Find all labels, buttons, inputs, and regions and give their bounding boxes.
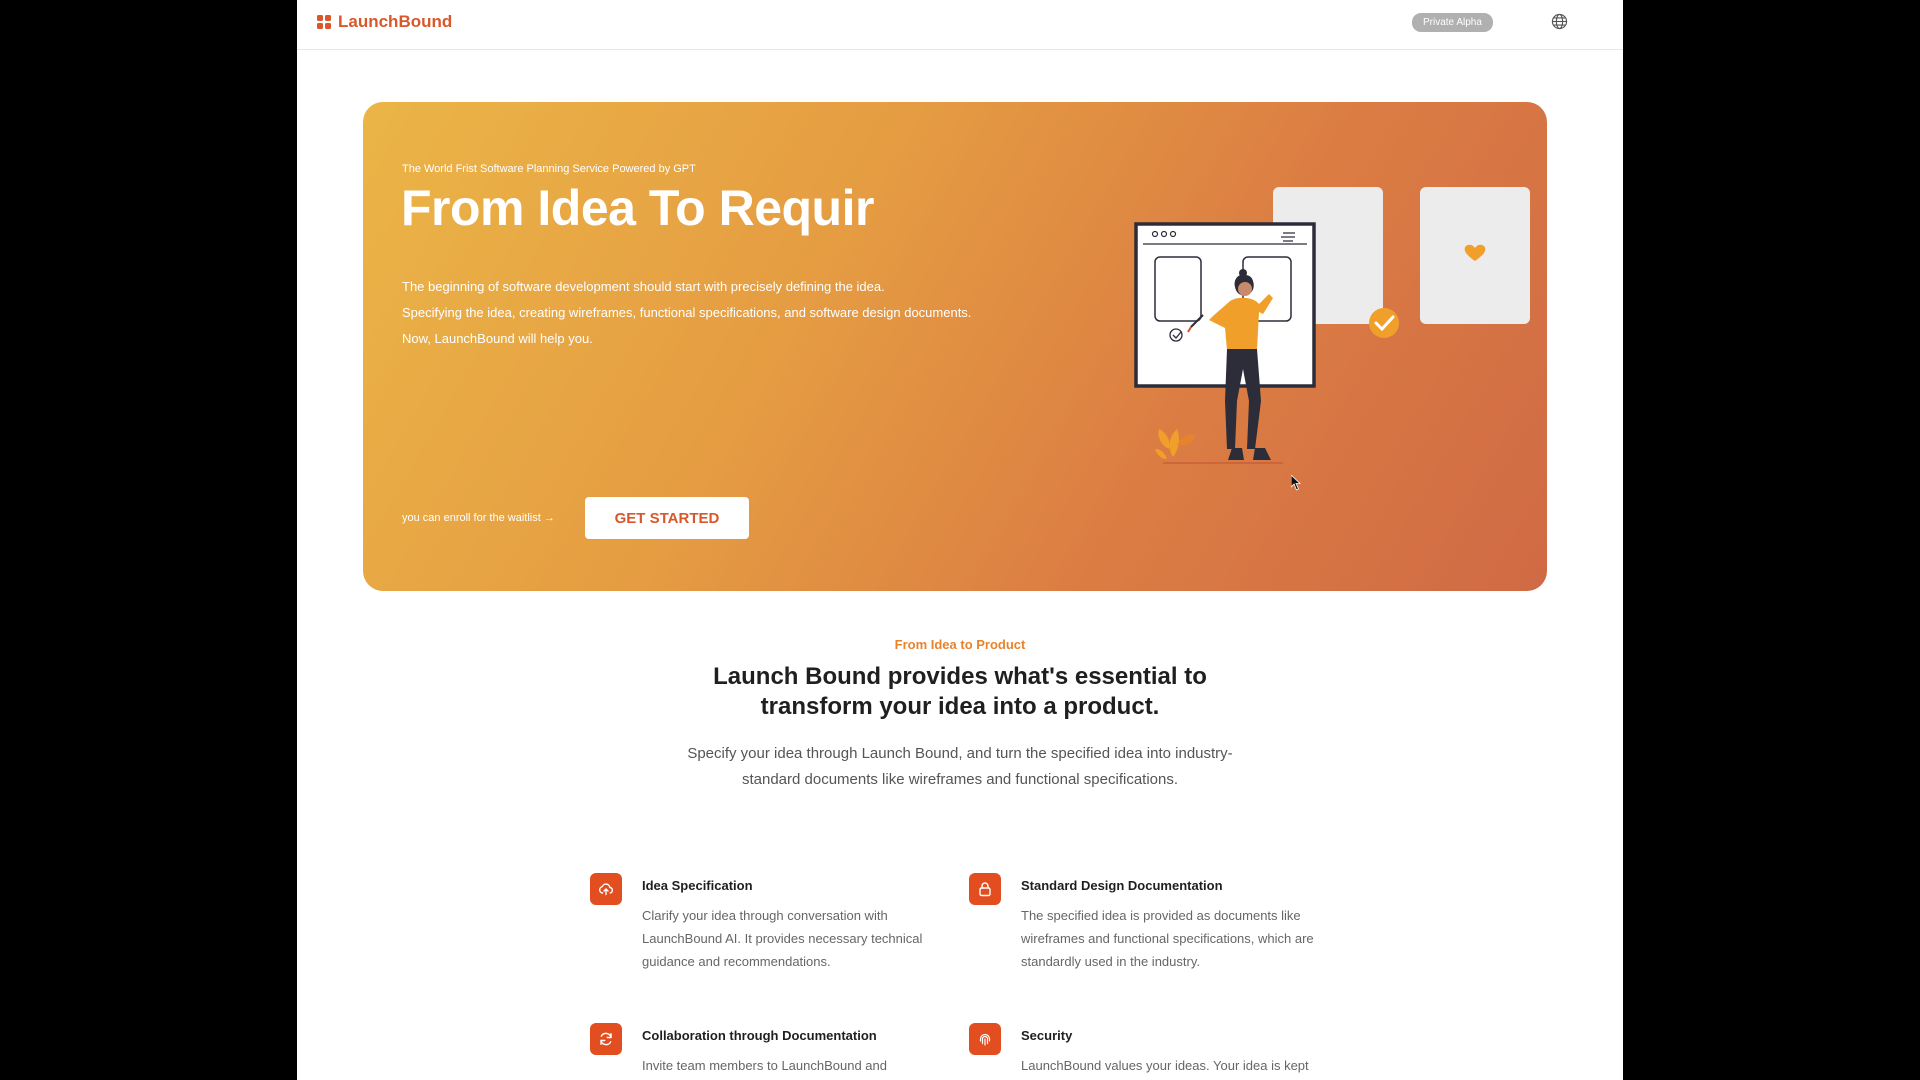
feature-description-line: The specified idea is provided as docume… [1021,908,1301,923]
lock-icon [979,882,991,897]
refresh-icon [600,1032,612,1046]
feature-title: Standard Design Documentation [1021,878,1223,893]
feature-icon-badge [590,873,622,905]
whiteboard-illustration [1134,222,1316,388]
brand-link[interactable]: LaunchBound [317,12,452,32]
hero-banner: The World Frist Software Planning Servic… [363,102,1547,591]
feature-description-line: LaunchBound AI. It provides necessary te… [642,931,923,946]
get-started-button[interactable]: GET STARTED [585,497,749,539]
features-eyebrow: From Idea to Product [894,637,1026,652]
features-subtitle-line: standard documents like wireframes and f… [741,771,1179,788]
hero-description: The beginning of software development sh… [402,274,971,352]
features-title-line: transform your idea into a product. [760,693,1160,720]
woman-at-whiteboard-illustration [1134,187,1530,464]
feature-description-line: Clarify your idea through conversation w… [642,908,888,923]
hero-description-line: Now, LaunchBound will help you. [402,331,593,346]
feature-description-line: Invite team members to LaunchBound and [642,1058,887,1073]
mouse-pointer-icon [1291,475,1301,491]
hero-description-line: The beginning of software development sh… [402,279,885,294]
feature-description: The specified idea is provided as docume… [1021,904,1361,973]
feature-title: Idea Specification [642,878,753,893]
feature-title: Security [1021,1028,1073,1043]
feature-description-line: wireframes and functional specifications… [1021,931,1314,946]
feature-description-line: LaunchBound values your ideas. Your idea… [1021,1058,1309,1073]
feature-icon-badge [969,1023,1001,1055]
brand-logo-icon [317,15,331,29]
plant-illustration [1169,429,1180,457]
feature-icon-badge [590,1023,622,1055]
feature-description-line: guidance and recommendations. [642,954,831,969]
features-subtitle-line: Specify your idea through Launch Bound, … [687,745,1233,762]
globe-icon[interactable] [1551,13,1568,30]
hero-eyebrow: The World Frist Software Planning Servic… [402,163,696,175]
brand-name: LaunchBound [338,12,453,31]
waitlist-link[interactable]: you can enroll for the waitlist → [402,512,555,524]
features-title-line: Launch Bound provides what's essential t… [713,663,1207,690]
feature-description: Invite team members to LaunchBound and [642,1054,982,1077]
landing-page: LaunchBound Private Alpha The World Fris… [297,0,1623,1080]
cloud-upload-icon [599,883,614,896]
hero-description-line: Specifying the idea, creating wireframes… [402,305,972,320]
check-icon [1369,308,1399,338]
features-subtitle: Specify your idea through Launch Bound, … [297,741,1623,793]
fingerprint-icon [979,1033,991,1046]
feature-title: Collaboration through Documentation [642,1028,877,1043]
hero-title: From Idea To Requir [401,180,874,236]
feature-description: LaunchBound values your ideas. Your idea… [1021,1054,1361,1077]
feature-description-line: standardly used in the industry. [1021,954,1200,969]
top-nav: LaunchBound Private Alpha [297,0,1623,50]
private-alpha-badge: Private Alpha [1412,13,1493,32]
features-title: Launch Bound provides what's essential t… [297,662,1623,722]
feature-description: Clarify your idea through conversation w… [642,904,982,973]
feature-icon-badge [969,873,1001,905]
